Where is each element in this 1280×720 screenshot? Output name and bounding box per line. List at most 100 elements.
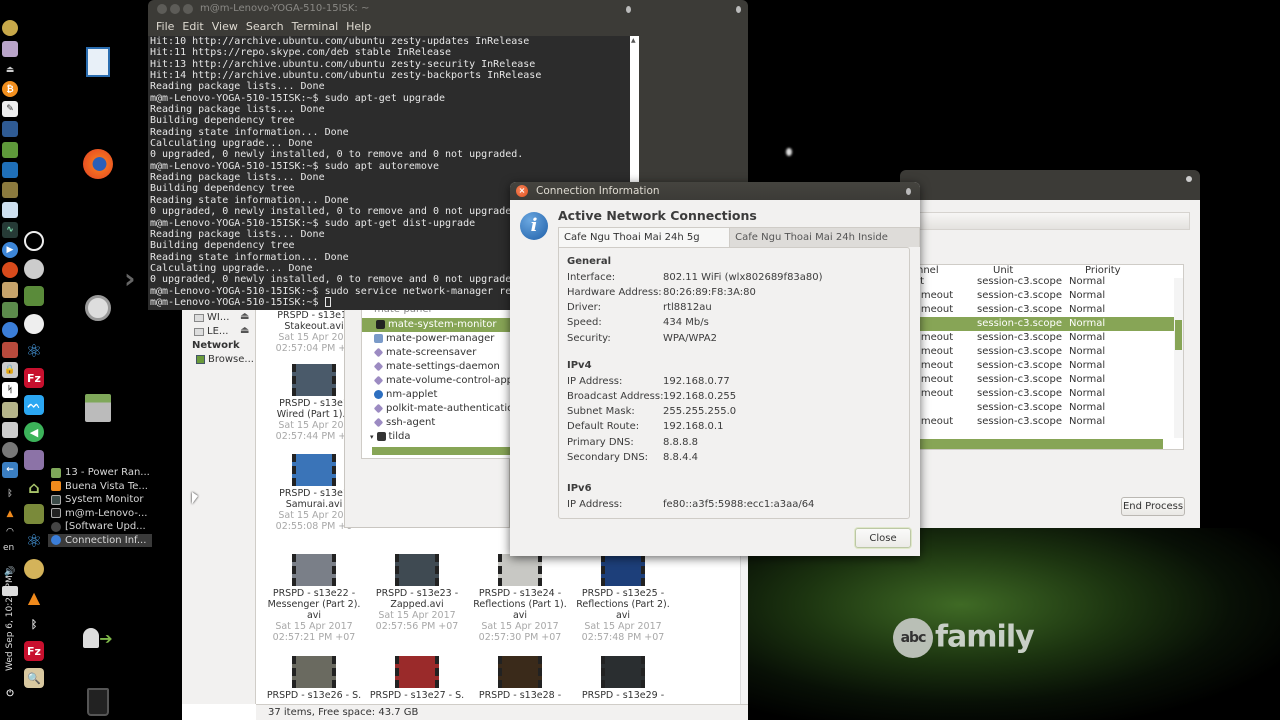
window-list-item[interactable]: System Monitor	[48, 493, 152, 507]
image-editor-icon[interactable]	[2, 302, 18, 318]
window-list-item[interactable]: [Software Upd...	[48, 520, 152, 534]
startup-app-item[interactable]: nm-applet	[374, 389, 437, 400]
workspace-switcher-icon[interactable]	[2, 162, 18, 178]
keyboard-layout-indicator[interactable]: en	[3, 543, 14, 553]
calculator-icon[interactable]	[2, 121, 18, 137]
menu-help[interactable]: Help	[342, 18, 375, 36]
window-menu-dot[interactable]	[736, 6, 741, 13]
window-list-item-active[interactable]: Connection Inf...	[48, 533, 152, 547]
chevron-right-icon[interactable]: ›	[124, 262, 136, 295]
menu-file[interactable]: File	[152, 18, 178, 36]
file-cabinet-icon[interactable]	[82, 392, 114, 424]
system-monitor-icon[interactable]: ∿	[2, 222, 18, 238]
window-menu-dot[interactable]	[906, 188, 911, 195]
clock[interactable]: Wed Sep 6, 10:28 PM	[5, 575, 15, 671]
close-button[interactable]: Close	[855, 528, 911, 548]
libreoffice-writer-icon[interactable]	[82, 46, 114, 78]
logout-arrow-icon[interactable]: ←	[2, 462, 18, 478]
atom-icon[interactable]: ⚛	[24, 341, 44, 362]
menu-terminal[interactable]: Terminal	[288, 18, 343, 36]
eject-icon[interactable]: ⏏	[2, 62, 18, 78]
network-lock-icon[interactable]	[24, 286, 44, 306]
electron-icon[interactable]: ⚛	[24, 531, 44, 552]
startup-app-item[interactable]: mate-screensaver	[373, 347, 476, 358]
close-icon[interactable]	[157, 4, 167, 14]
end-process-button[interactable]: End Process	[1121, 497, 1185, 516]
startup-app-item[interactable]: polkit-mate-authentication	[373, 403, 520, 414]
maximize-icon[interactable]	[183, 4, 193, 14]
hanger-icon[interactable]: ⌂	[24, 477, 44, 497]
startup-app-item[interactable]: ▾ tilda	[370, 431, 410, 442]
scroll-up-icon[interactable]: ▲	[631, 37, 636, 44]
webcam-settings-icon[interactable]	[24, 450, 44, 470]
file-item[interactable]: PRSPD - s13e25 - Reflections (Part 2). avi…	[573, 554, 673, 643]
bitcoin-icon[interactable]: ₿	[2, 81, 18, 97]
doge-coin-icon[interactable]	[24, 559, 44, 579]
ubuntu-settings-icon[interactable]	[82, 292, 114, 324]
switch-user-icon[interactable]: ➔	[82, 622, 114, 654]
horizontal-scrollbar[interactable]	[901, 439, 1163, 449]
script-icon[interactable]: ᛋ	[2, 382, 18, 398]
obs-icon[interactable]	[24, 231, 44, 251]
startup-app-item[interactable]: ssh-agent	[373, 417, 435, 428]
usb-creator-icon[interactable]	[2, 342, 18, 358]
file-item[interactable]: PRSPD - s13e29 -	[573, 656, 673, 701]
vlc-icon[interactable]: ▲	[24, 587, 44, 607]
file-item[interactable]: PRSPD - s13e28 -	[470, 656, 570, 701]
horizontal-scrollbar[interactable]	[372, 447, 512, 455]
wifi-icon[interactable]: ◠	[2, 524, 18, 540]
doge-icon[interactable]	[2, 20, 18, 36]
process-row[interactable]: e_timeout session-c3.scope Normal	[901, 359, 1175, 373]
vertical-scrollbar[interactable]	[1174, 278, 1183, 438]
system-monitor-tabs[interactable]	[900, 212, 1190, 230]
file-item[interactable]: PRSPD - s13e27 - S.	[367, 656, 467, 701]
process-row[interactable]: e_timeout session-c3.scope Normal	[901, 387, 1175, 401]
startup-app-item[interactable]: mate-power-manager	[374, 333, 494, 344]
process-row[interactable]: e_timeout session-c3.scope Normal	[901, 303, 1175, 317]
process-row[interactable]: session-c3.scope Normal	[901, 401, 1175, 415]
window-list-item[interactable]: Buena Vista Te...	[48, 480, 152, 494]
file-item[interactable]: PRSPD - s13e22 - Messenger (Part 2). avi S…	[264, 554, 364, 643]
startup-app-item[interactable]: mate-settings-daemon	[373, 361, 500, 372]
mail-icon[interactable]: ᨓ	[24, 395, 44, 415]
webcam-icon[interactable]	[24, 314, 44, 334]
startup-app-item[interactable]: mate-volume-control-apple	[373, 375, 522, 386]
process-row[interactable]: e_timeout session-c3.scope Normal	[901, 345, 1175, 359]
sewing-icon[interactable]	[24, 504, 44, 524]
eject-icon[interactable]: ⏏	[240, 325, 249, 336]
screenshot-icon[interactable]	[2, 202, 18, 218]
terminal-titlebar[interactable]: m@m-Lenovo-YOGA-510-15ISK: ~	[148, 0, 748, 18]
window-manager-icon[interactable]	[2, 182, 18, 198]
video-player[interactable]: abc family	[748, 528, 1280, 720]
disk-utility-icon[interactable]	[2, 402, 18, 418]
bluetooth-icon[interactable]: ᛒ	[2, 486, 18, 502]
process-row[interactable]: e_timeout session-c3.scope Normal	[901, 415, 1175, 429]
close-icon[interactable]: ×	[516, 185, 528, 197]
dialog-titlebar[interactable]: × Connection Information	[510, 182, 920, 200]
audacity-icon[interactable]	[24, 259, 44, 279]
window-menu-dot[interactable]	[1186, 176, 1192, 182]
chromium-icon[interactable]	[2, 322, 18, 338]
process-row[interactable]: waitsession-c3.scopeNormal	[901, 275, 1175, 289]
spreadsheet-icon[interactable]	[2, 142, 18, 158]
text-editor-icon[interactable]: ✎	[2, 101, 18, 117]
lock-screen-icon[interactable]: 🔒	[2, 362, 18, 378]
media-player-icon[interactable]: ▶	[2, 242, 18, 258]
power-icon[interactable]: ⏻	[2, 686, 18, 702]
tab-connection-5g[interactable]: Cafe Ngu Thoai Mai 24h 5g Inside 1	[558, 227, 731, 262]
sidebar-item-browse-network[interactable]: Browse...	[196, 354, 254, 365]
backup-icon[interactable]	[2, 442, 18, 458]
process-row[interactable]: e_timeout session-c3.scope Normal	[901, 289, 1175, 303]
file-item[interactable]: PRSPD - s13e24 - Reflections (Part 1). avi…	[470, 554, 570, 643]
window-menu-dot[interactable]	[626, 6, 631, 13]
sidebar-device[interactable]: WI...	[194, 312, 229, 323]
filezilla-icon-2[interactable]: Fz	[24, 641, 44, 661]
startup-app-item-selected[interactable]: mate-system-monitor	[376, 319, 496, 330]
image-viewer-icon[interactable]: 🔍	[24, 668, 44, 688]
audio-recorder-icon[interactable]	[2, 262, 18, 278]
filezilla-icon[interactable]: Fz	[24, 368, 44, 388]
archive-manager-icon[interactable]	[2, 282, 18, 298]
eject-icon[interactable]: ⏏	[240, 311, 249, 322]
trash-icon[interactable]	[82, 686, 114, 718]
firefox-icon[interactable]	[82, 148, 114, 180]
